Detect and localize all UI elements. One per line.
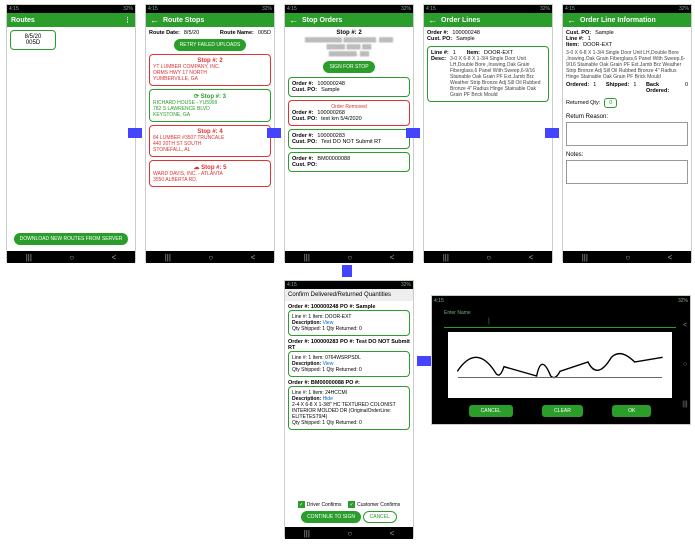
status-bar: 4:1532% <box>146 5 274 13</box>
nav-bar: ||| ○ < <box>7 251 135 263</box>
back-arrow-icon[interactable]: ← <box>289 15 298 25</box>
nav-home[interactable]: ○ <box>683 361 687 368</box>
order-card[interactable]: Order #:100000248 Cust. PO:Sample <box>288 77 410 97</box>
connector <box>128 128 142 138</box>
route-date: 8/5/20 <box>184 30 199 36</box>
stop-card[interactable]: Stop #: 2 YT LUMBER COMPANY, INC. ORMS H… <box>149 54 271 86</box>
driver-confirms-checkbox[interactable]: ✓Driver Confirms <box>298 501 342 508</box>
notes-input[interactable] <box>566 160 688 184</box>
nav-recent[interactable]: ||| <box>26 253 32 262</box>
route-card[interactable]: 8/5/20 005D <box>10 30 56 50</box>
connector <box>406 128 420 138</box>
stop-card[interactable]: ☁ Stop #: 5 WARD DAVIS, INC. - ATLANTA 3… <box>149 160 271 187</box>
clear-button[interactable]: CLEAR <box>542 405 583 417</box>
stop-card[interactable]: ⟳ Stop #: 3 RICHARD HOUSE - YU5999 782 S… <box>149 89 271 122</box>
back-arrow-icon[interactable]: ← <box>150 15 159 25</box>
route-date-label: Route Date: <box>149 30 180 36</box>
title: Route Stops <box>163 17 204 24</box>
back-arrow-icon[interactable]: ← <box>428 15 437 25</box>
nav-home[interactable]: ○ <box>69 253 74 262</box>
title: Order Line Information <box>580 17 656 24</box>
stop-orders-screen: 4:1532% ←Stop Orders Stop #: 2 ▆▆▆▆▆▆▆▆ … <box>284 4 414 262</box>
order-card[interactable]: Order #:100000283 Cust. PO:Test DO NOT S… <box>288 129 410 149</box>
connector <box>342 265 352 277</box>
retry-uploads-button[interactable]: RETRY FAILED UPLOADS <box>174 39 247 51</box>
line-card[interactable]: Line #: 1 Item: 0764WSRPSDL Description:… <box>288 351 410 377</box>
connector <box>545 128 559 138</box>
status-bar: 4:1532% <box>7 5 135 13</box>
order-header: Order #: 100000283 PO #: Test DO NOT Sub… <box>288 339 410 351</box>
order-card-removed[interactable]: Order Removed Order #:100000268 Cust. PO… <box>288 100 410 126</box>
nav-recent[interactable]: ||| <box>682 401 687 408</box>
download-routes-button[interactable]: DOWNLOAD NEW ROUTES FROM SERVER <box>14 233 129 245</box>
line-card[interactable]: Line #: 1 Item: 24HCCMI Description: Hid… <box>288 386 410 430</box>
order-lines-screen: 4:1532% ←Order Lines Order #:100000248 C… <box>423 4 553 262</box>
order-line-card[interactable]: Line #:1 Item:DOOR-EXT Desc:3-0 X 6-8 X … <box>427 46 549 102</box>
title: Confirm Delivered/Returned Quantities <box>285 289 413 301</box>
nav-back[interactable]: < <box>683 322 687 329</box>
back-arrow-icon[interactable]: ← <box>567 15 576 25</box>
signature-pad[interactable] <box>448 332 672 398</box>
route-code: 005D <box>14 40 52 46</box>
line-card[interactable]: Line #: 1 Item: DOOR-EXT Description: Vi… <box>288 310 410 336</box>
cancel-button[interactable]: CANCEL <box>469 405 513 417</box>
route-name: 005D <box>258 30 271 36</box>
signature-screen: 4:1532% Enter Name Danny Popov| CANCEL C… <box>431 295 691 425</box>
route-name-label: Route Name: <box>220 30 254 36</box>
returned-qty-input[interactable]: 0 <box>604 98 617 108</box>
notes-label: Notes: <box>566 152 583 158</box>
order-line-info-screen: 4:1532% ←Order Line Information Cust. PO… <box>562 4 692 262</box>
cancel-button[interactable]: CANCEL <box>363 511 397 523</box>
name-input[interactable]: Danny Popov| <box>444 316 676 328</box>
app-bar: Routes ⋮ <box>7 13 135 27</box>
return-reason-input[interactable] <box>566 122 688 146</box>
app-bar: ← Route Stops <box>146 13 274 27</box>
connector <box>417 356 431 366</box>
customer-confirms-checkbox[interactable]: ✓Customer Confirms <box>348 501 400 508</box>
route-stops-screen: 4:1532% ← Route Stops Route Date: 8/5/20 R… <box>145 4 275 262</box>
connector <box>267 128 281 138</box>
ok-button[interactable]: OK <box>612 405 651 417</box>
order-card[interactable]: Order #:BM00000088 Cust. PO: <box>288 152 410 172</box>
return-reason-label: Return Reason: <box>566 114 608 120</box>
stop-card[interactable]: Stop #: 4 84 LUMBER #3507 TRUNCALE 440 2… <box>149 125 271 157</box>
title: Order Lines <box>441 17 480 24</box>
menu-icon[interactable]: ⋮ <box>124 16 131 24</box>
routes-title: Routes <box>11 17 35 24</box>
nav-back[interactable]: < <box>112 253 117 262</box>
continue-to-sign-button[interactable]: CONTINUE TO SIGN <box>301 511 361 523</box>
sign-for-stop-button[interactable]: SIGN FOR STOP <box>323 61 374 73</box>
confirm-quantities-screen: 4:1532% Confirm Delivered/Returned Quant… <box>284 280 414 538</box>
returned-qty-label: Returned Qty: <box>566 100 600 106</box>
title: Stop Orders <box>302 17 342 24</box>
routes-screen: 4:1532% Routes ⋮ 8/5/20 005D DOWNLOAD NE… <box>6 4 136 262</box>
